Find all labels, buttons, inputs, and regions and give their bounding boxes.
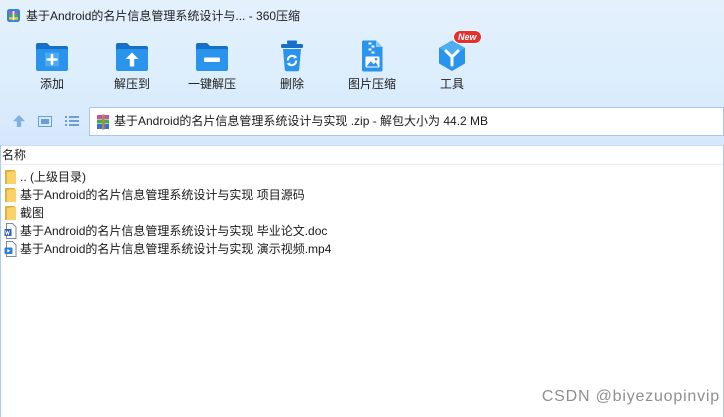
folder-icon [4, 187, 17, 203]
one-click-extract-button[interactable]: 一键解压 [172, 34, 252, 94]
one-click-extract-icon [194, 39, 230, 73]
csdn-watermark: CSDN @biyezuopinvip [541, 388, 720, 405]
address-bar[interactable]: 基于Android的名片信息管理系统设计与实现 .zip - 解包大小为 44.… [89, 107, 724, 136]
list-item-thesis-doc[interactable]: 基于Android的名片信息管理系统设计与实现 毕业论文.doc [1, 222, 723, 240]
add-folder-icon [34, 39, 70, 73]
tools-button[interactable]: New 工具 [412, 31, 492, 94]
one-click-extract-button-label: 一键解压 [187, 77, 236, 91]
video-file-icon [4, 241, 17, 257]
list-item-label: 截图 [20, 206, 45, 220]
app-logo-icon [6, 8, 21, 23]
folder-icon [4, 169, 17, 185]
list-item-label: 基于Android的名片信息管理系统设计与实现 演示视频.mp4 [20, 242, 332, 256]
delete-button-label: 删除 [279, 77, 304, 91]
tools-button-label: 工具 [439, 77, 464, 91]
list-item-source-folder[interactable]: 基于Android的名片信息管理系统设计与实现 项目源码 [1, 186, 723, 204]
window-title: 基于Android的名片信息管理系统设计与... - 360压缩 [26, 9, 301, 23]
tools-icon [434, 39, 470, 73]
main-toolbar: 添加 解压到 一键解压 删除 图片压缩 New 工具 [0, 31, 724, 100]
list-item-parent-directory[interactable]: .. (上级目录) [1, 168, 723, 186]
list-item-screenshots-folder[interactable]: 截图 [1, 204, 723, 222]
image-compress-icon [354, 39, 390, 73]
list-item-label: .. (上级目录) [20, 170, 86, 184]
trash-icon [274, 39, 310, 73]
word-document-icon [4, 223, 17, 239]
list-view-icon[interactable] [64, 113, 80, 129]
title-bar[interactable]: 基于Android的名片信息管理系统设计与... - 360压缩 [0, 0, 724, 32]
column-header-row: 名称 [1, 147, 723, 165]
folder-icon [4, 205, 17, 221]
image-compress-button-label: 图片压缩 [347, 77, 396, 91]
image-compress-button[interactable]: 图片压缩 [332, 34, 412, 94]
new-badge: New [454, 31, 481, 43]
archive-path-text: 基于Android的名片信息管理系统设计与实现 .zip - 解包大小为 44.… [114, 114, 489, 128]
name-column-header[interactable]: 名称 [2, 147, 26, 164]
extract-to-button-label: 解压到 [113, 77, 150, 91]
extract-to-folder-icon [114, 39, 150, 73]
file-list: 名称 .. (上级目录) 基于Android的名片信息管理系统设计与实现 项目源… [0, 145, 724, 417]
window-chrome: 基于Android的名片信息管理系统设计与... - 360压缩 添加 解压到 … [0, 0, 724, 146]
list-item-label: 基于Android的名片信息管理系统设计与实现 项目源码 [20, 188, 305, 202]
extract-to-button[interactable]: 解压到 [92, 34, 172, 94]
zip-archive-icon [95, 114, 111, 130]
delete-button[interactable]: 删除 [252, 34, 332, 94]
thumbnail-view-icon[interactable] [37, 113, 53, 129]
add-button[interactable]: 添加 [12, 34, 92, 94]
add-button-label: 添加 [39, 77, 64, 91]
list-item-demo-video[interactable]: 基于Android的名片信息管理系统设计与实现 演示视频.mp4 [1, 240, 723, 258]
list-item-label: 基于Android的名片信息管理系统设计与实现 毕业论文.doc [20, 224, 328, 238]
up-arrow-icon[interactable] [11, 113, 27, 129]
